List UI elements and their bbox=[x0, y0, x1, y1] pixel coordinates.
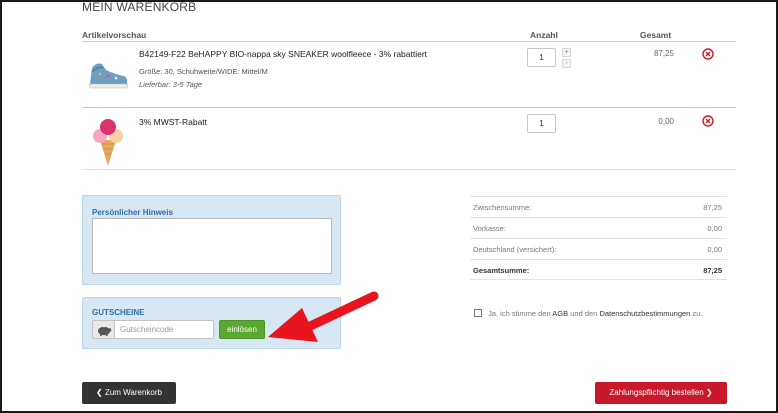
totals-label: Gesamtsumme: bbox=[473, 266, 530, 275]
chevron-right-icon: ❯ bbox=[705, 388, 713, 397]
piggy-bank-icon bbox=[98, 326, 112, 337]
place-order-label: Zahlungspflichtig bestellen bbox=[609, 388, 704, 397]
totals-value: 87,25 bbox=[703, 266, 722, 275]
totals-row-subtotal: Zwischensumme: 87,25 bbox=[470, 196, 727, 217]
item-size: Größe: 30, Schuhweite/WIDE: Mittel/M bbox=[139, 67, 268, 76]
back-to-cart-button[interactable]: ❮ Zum Warenkorb bbox=[82, 382, 176, 404]
item-delivery: Lieferbar: 3-5 Tage bbox=[139, 80, 203, 89]
cart-table-header: Artikelvorschau Anzahl Gesamt bbox=[82, 28, 736, 42]
item-name[interactable]: 3% MWST-Rabatt bbox=[139, 117, 207, 127]
totals-label: Zwischensumme: bbox=[473, 203, 532, 212]
voucher-addon bbox=[92, 320, 114, 339]
agb-link[interactable]: AGB bbox=[552, 309, 568, 318]
totals-value: 0,00 bbox=[707, 224, 722, 233]
totals-value: 0,00 bbox=[707, 245, 722, 254]
terms-checkbox[interactable] bbox=[474, 309, 482, 317]
page-title: MEIN WARENKORB bbox=[82, 0, 197, 14]
item-price: 0,00 bbox=[658, 117, 674, 126]
quantity-decrease-button[interactable]: - bbox=[562, 59, 571, 68]
quantity-input[interactable]: 1 bbox=[527, 114, 556, 133]
totals-value: 87,25 bbox=[703, 203, 722, 212]
order-totals: Zwischensumme: 87,25 Vorkasse: 0,00 Deut… bbox=[470, 196, 727, 280]
column-header-quantity: Anzahl bbox=[530, 30, 558, 40]
redeem-voucher-button[interactable]: einlösen bbox=[219, 320, 265, 339]
chevron-left-icon: ❮ bbox=[96, 388, 103, 397]
personal-note-label: Persönlicher Hinweis bbox=[92, 208, 173, 217]
place-order-button[interactable]: Zahlungspflichtig bestellen ❯ bbox=[595, 382, 727, 404]
cart-row-discount: 3% MWST-Rabatt 1 0,00 bbox=[82, 108, 736, 170]
privacy-link[interactable]: Datenschutzbestimmungen bbox=[599, 309, 690, 318]
cart-row-sneaker: B42149-F22 BeHAPPY BIO-nappa sky SNEAKER… bbox=[82, 42, 736, 108]
ice-cream-icon bbox=[93, 119, 123, 166]
terms-consent: Ja, ich stimme den AGB und den Datenschu… bbox=[474, 309, 702, 318]
totals-row-prepayment: Vorkasse: 0,00 bbox=[470, 217, 727, 238]
terms-suffix: zu. bbox=[692, 309, 703, 318]
totals-label: Deutschland (versichert): bbox=[473, 245, 557, 254]
item-name[interactable]: B42149-F22 BeHAPPY BIO-nappa sky SNEAKER… bbox=[139, 49, 427, 59]
column-header-total: Gesamt bbox=[640, 30, 672, 40]
voucher-label: GUTSCHEINE bbox=[92, 308, 145, 317]
quantity-input[interactable]: 1 bbox=[527, 48, 556, 67]
voucher-code-input[interactable] bbox=[114, 320, 214, 339]
personal-note-textarea[interactable] bbox=[92, 218, 332, 274]
back-to-cart-label: Zum Warenkorb bbox=[104, 388, 162, 397]
remove-item-icon[interactable] bbox=[702, 48, 714, 60]
personal-note-panel: Persönlicher Hinweis bbox=[82, 195, 341, 285]
totals-row-shipping: Deutschland (versichert): 0,00 bbox=[470, 238, 727, 259]
terms-middle: und den bbox=[570, 309, 598, 318]
quantity-increase-button[interactable]: + bbox=[562, 48, 571, 57]
totals-row-grand-total: Gesamtsumme: 87,25 bbox=[470, 259, 727, 280]
annotation-arrow-icon bbox=[268, 291, 379, 342]
totals-label: Vorkasse: bbox=[473, 224, 506, 233]
terms-prefix: Ja, ich stimme den bbox=[488, 309, 551, 318]
remove-item-icon[interactable] bbox=[702, 115, 714, 127]
sneaker-icon[interactable] bbox=[86, 54, 130, 94]
item-price: 87,25 bbox=[653, 49, 674, 58]
column-header-article: Artikelvorschau bbox=[82, 30, 147, 40]
